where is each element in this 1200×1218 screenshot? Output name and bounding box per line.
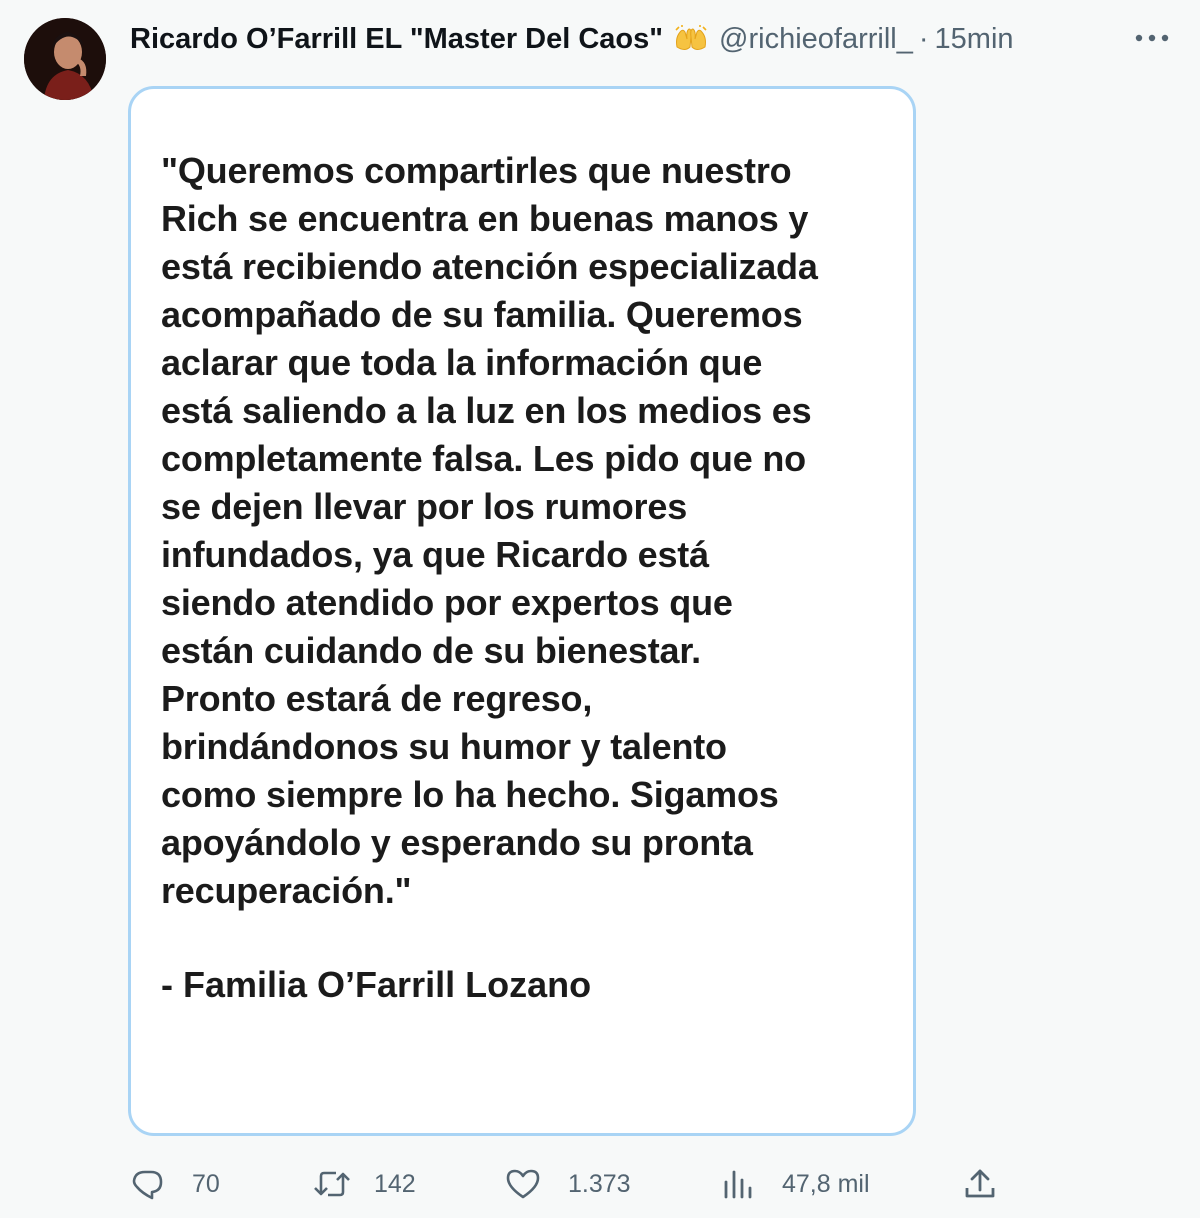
avatar[interactable]: [24, 18, 106, 100]
statement-signature: - Familia O’Farrill Lozano: [161, 964, 592, 1005]
header-separator: ·: [918, 22, 929, 55]
author-handle[interactable]: @richieofarrill_: [719, 23, 913, 56]
tweet-timestamp[interactable]: 15min: [935, 23, 1014, 56]
statement-text: "Queremos compartirles que nuestro Rich …: [161, 150, 818, 911]
heart-icon: [506, 1169, 540, 1199]
tweet: Ricardo O’Farrill EL "Master Del Caos" @…: [0, 0, 1200, 1218]
share-button[interactable]: [962, 1162, 998, 1206]
tweet-header: Ricardo O’Farrill EL "Master Del Caos" @…: [130, 18, 1014, 60]
more-options-icon[interactable]: [1134, 28, 1170, 48]
like-count: 1.373: [568, 1169, 631, 1198]
view-count: 47,8 mil: [782, 1169, 870, 1198]
reply-count: 70: [192, 1169, 220, 1198]
tweet-actions: 70 142 1.373 47,8 mil: [0, 1162, 1200, 1206]
views-button[interactable]: 47,8 mil: [720, 1162, 870, 1206]
reply-button[interactable]: 70: [130, 1162, 220, 1206]
like-button[interactable]: 1.373: [504, 1162, 631, 1206]
raising-hands-icon: [673, 25, 709, 53]
retweet-button[interactable]: 142: [312, 1162, 416, 1206]
reply-icon: [132, 1170, 163, 1200]
analytics-icon: [724, 1170, 752, 1199]
avatar-image: [24, 18, 106, 100]
retweet-icon: [314, 1171, 350, 1197]
author-name[interactable]: Ricardo O’Farrill EL "Master Del Caos": [130, 23, 663, 56]
retweet-count: 142: [374, 1169, 416, 1198]
tweet-media-card[interactable]: "Queremos compartirles que nuestro Rich …: [128, 86, 916, 1136]
share-icon: [965, 1169, 995, 1198]
